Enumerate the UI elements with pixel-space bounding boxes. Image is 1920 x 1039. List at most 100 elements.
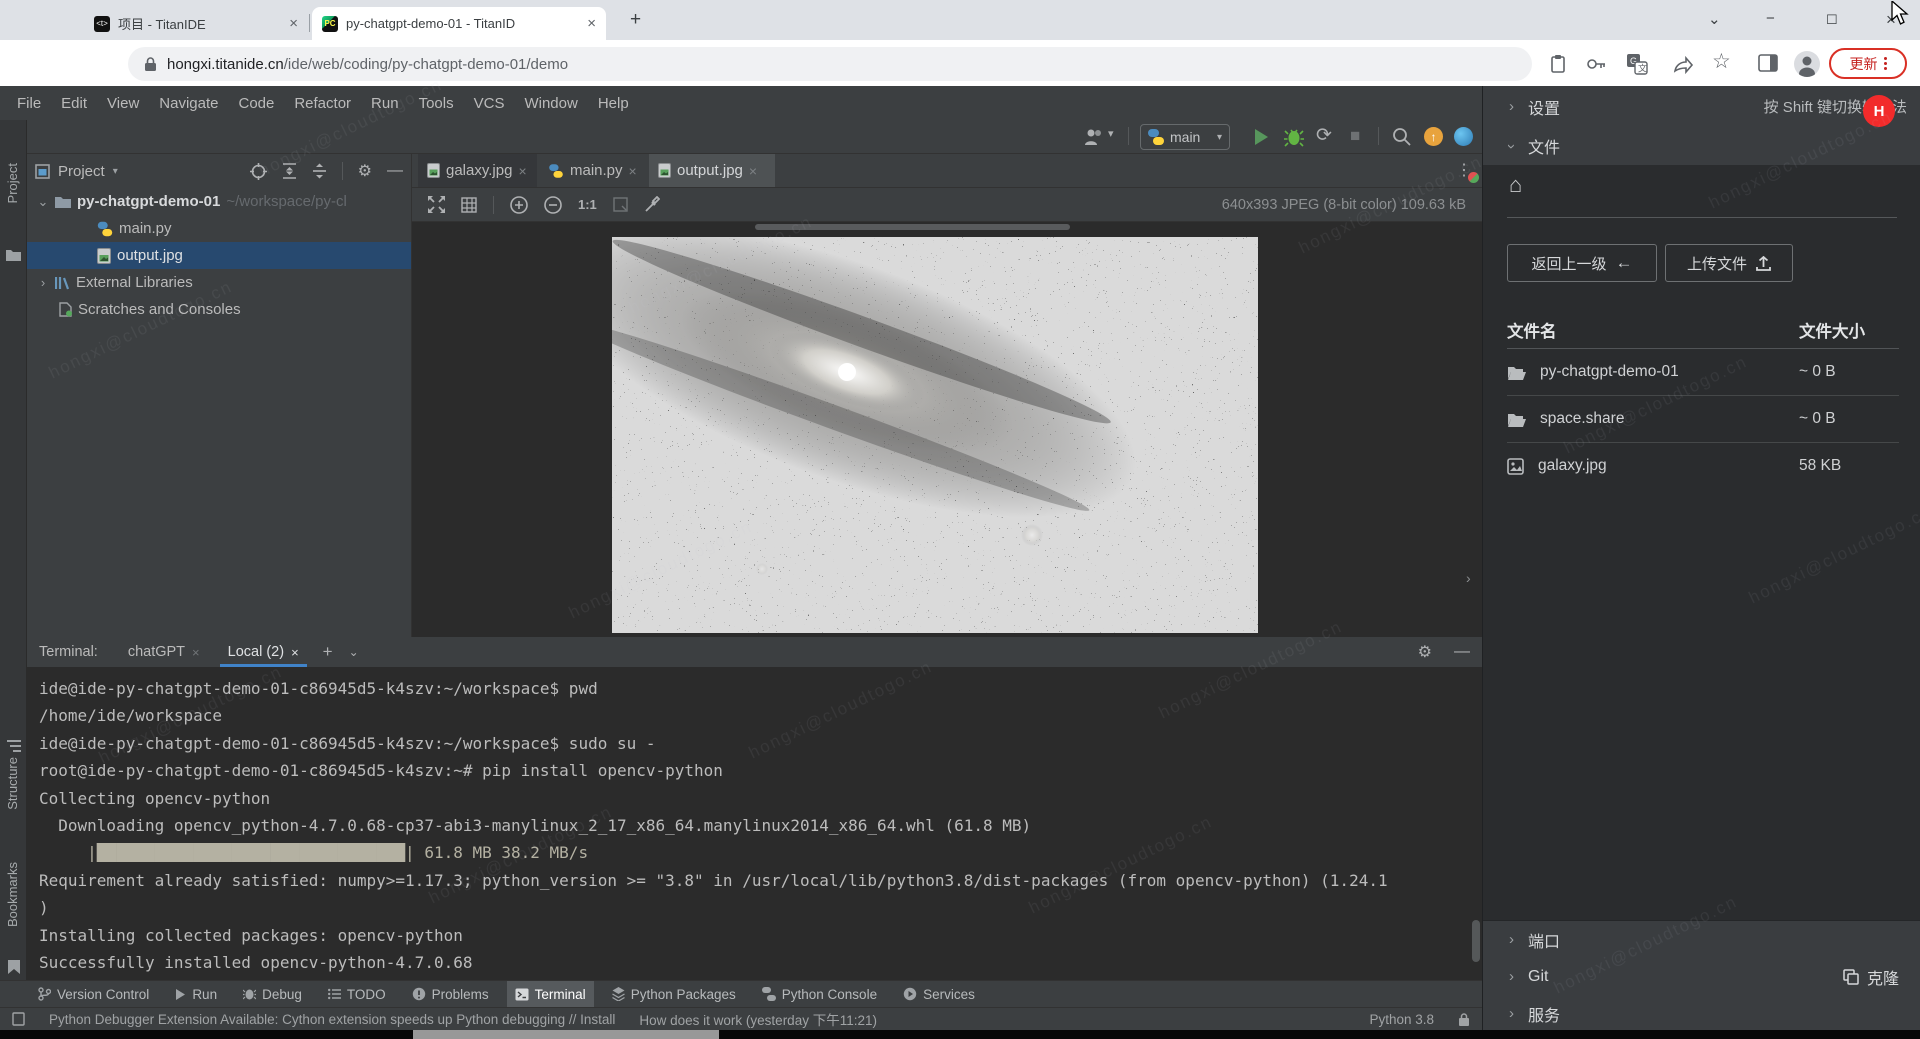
rerun-icon[interactable]: ⟳: [1316, 124, 1332, 147]
python-interpreter-label[interactable]: Python 3.8: [1369, 1012, 1434, 1027]
orange-update-badge-icon[interactable]: ↑: [1424, 127, 1443, 146]
horizontal-scrollbar-thumb[interactable]: [755, 224, 1070, 230]
browser-update-button[interactable]: 更新: [1829, 48, 1907, 79]
section-ports[interactable]: › 端口: [1483, 921, 1920, 958]
section-settings[interactable]: › 设置 按 Shift 键切换输入法: [1483, 86, 1920, 127]
chevron-collapsed-icon[interactable]: ›: [37, 275, 49, 290]
profile-avatar-icon[interactable]: [1794, 51, 1820, 77]
stop-icon[interactable]: ■: [1350, 126, 1360, 146]
key-icon[interactable]: [1586, 55, 1606, 73]
menu-edit[interactable]: Edit: [52, 95, 96, 112]
editor-tab-galaxy[interactable]: galaxy.jpg ×: [418, 154, 537, 187]
terminal-tab-chatgpt[interactable]: chatGPT ×: [116, 637, 212, 667]
tree-row-root[interactable]: ⌄ py-chatgpt-demo-01 ~/workspace/py-cl: [27, 188, 411, 215]
run-config-select[interactable]: main ▾: [1140, 124, 1230, 150]
tree-row-scratches[interactable]: Scratches and Consoles: [27, 296, 411, 323]
share-icon[interactable]: [1672, 54, 1694, 74]
bookmark-star-icon[interactable]: ☆: [1712, 49, 1731, 74]
run-icon[interactable]: [1252, 127, 1270, 147]
terminal-output[interactable]: ide@ide-py-chatgpt-demo-01-c86945d5-k4sz…: [27, 667, 1482, 980]
collapse-all-icon[interactable]: [312, 163, 327, 179]
actual-size-button[interactable]: 1:1: [578, 197, 597, 212]
tab-close-icon[interactable]: ×: [192, 645, 200, 660]
new-tab-icon[interactable]: +: [630, 9, 641, 31]
menu-navigate[interactable]: Navigate: [150, 95, 227, 112]
tree-row-outputjpg-selected[interactable]: output.jpg: [27, 242, 411, 269]
menu-window[interactable]: Window: [515, 95, 586, 112]
upload-file-button[interactable]: 上传文件: [1665, 244, 1793, 282]
browser-tab-active[interactable]: PC py-chatgpt-demo-01 - TitanID ×: [312, 7, 606, 40]
toolwindow-terminal-active[interactable]: Terminal: [507, 981, 594, 1008]
git-clone-button[interactable]: 克隆: [1843, 965, 1899, 989]
browser-tab-inactive[interactable]: <t> 项目 - TitanIDE ×: [84, 7, 308, 40]
fit-zoom-icon[interactable]: [613, 197, 628, 212]
blue-status-icon[interactable]: [1454, 127, 1473, 146]
notification-badge-icon[interactable]: [1468, 172, 1479, 183]
home-icon[interactable]: ⌂: [1509, 172, 1522, 198]
folder-stripe-icon[interactable]: [6, 248, 21, 261]
editor-tab-mainpy[interactable]: main.py ×: [539, 154, 647, 187]
project-panel-title[interactable]: Project: [58, 163, 105, 180]
tab-search-chevron-icon[interactable]: ⌄: [1708, 10, 1721, 28]
new-terminal-icon[interactable]: +: [323, 642, 333, 662]
window-maximize-icon[interactable]: ☐: [1826, 12, 1838, 28]
editor-tab-output-active[interactable]: output.jpg ×: [649, 154, 775, 187]
tree-row-external-libraries[interactable]: › External Libraries: [27, 269, 411, 296]
image-viewer-canvas[interactable]: ›: [412, 222, 1482, 637]
menu-code[interactable]: Code: [229, 95, 283, 112]
debug-icon[interactable]: [1284, 126, 1304, 148]
menu-run[interactable]: Run: [362, 95, 408, 112]
expand-all-icon[interactable]: [282, 163, 297, 179]
chevron-down-icon[interactable]: ▾: [113, 166, 118, 177]
menu-refactor[interactable]: Refactor: [285, 95, 360, 112]
toolwindow-run[interactable]: Run: [167, 981, 225, 1008]
tab-close-icon[interactable]: ×: [291, 645, 299, 660]
search-icon[interactable]: [1392, 127, 1412, 147]
menu-help[interactable]: Help: [589, 95, 638, 112]
toolwindow-problems[interactable]: Problems: [404, 981, 497, 1008]
chevron-expanded-icon[interactable]: ⌄: [37, 194, 49, 210]
chevron-down-icon[interactable]: ▾: [1108, 127, 1114, 140]
url-bar[interactable]: hongxi.titanide.cn/ide/web/coding/py-cha…: [128, 47, 1532, 81]
section-git[interactable]: › Git 克隆: [1483, 958, 1920, 995]
file-row[interactable]: galaxy.jpg 58 KB: [1507, 443, 1899, 489]
terminal-settings-gear-icon[interactable]: ⚙: [1418, 642, 1432, 662]
section-services[interactable]: › 服务: [1483, 995, 1920, 1032]
stripe-bookmarks-label[interactable]: Bookmarks: [5, 862, 20, 927]
locate-icon[interactable]: [250, 163, 267, 180]
color-picker-icon[interactable]: [644, 196, 660, 213]
hide-panel-icon[interactable]: —: [387, 162, 403, 180]
tab-close-icon[interactable]: ×: [579, 15, 596, 32]
toolwindow-version-control[interactable]: Version Control: [30, 981, 157, 1008]
vertical-scrollbar-thumb[interactable]: [1472, 920, 1480, 962]
tab-close-icon[interactable]: ×: [749, 163, 757, 179]
toolwindow-debug[interactable]: Debug: [235, 981, 310, 1008]
users-icon[interactable]: [1083, 127, 1107, 147]
stripe-structure-label[interactable]: Structure: [5, 757, 20, 810]
terminal-minimize-icon[interactable]: —: [1454, 643, 1470, 661]
back-up-level-button[interactable]: 返回上一级 ←: [1507, 244, 1657, 282]
menu-file[interactable]: File: [8, 95, 50, 112]
stripe-project-label[interactable]: Project: [5, 163, 20, 203]
tab-close-icon[interactable]: ×: [629, 163, 637, 179]
zoom-in-icon[interactable]: [510, 196, 528, 214]
user-avatar[interactable]: H: [1863, 95, 1895, 127]
fit-window-icon[interactable]: [428, 196, 445, 213]
side-panel-icon[interactable]: [1758, 54, 1778, 72]
status-link[interactable]: How does it work (yesterday 下午11:21): [639, 1009, 877, 1029]
terminal-tab-local-active[interactable]: Local (2) ×: [216, 637, 311, 667]
zoom-out-icon[interactable]: [544, 196, 562, 214]
bookmark-stripe-icon[interactable]: [8, 960, 20, 974]
translate-icon[interactable]: G文: [1626, 53, 1648, 75]
window-minimize-icon[interactable]: −: [1766, 10, 1775, 27]
settings-gear-icon[interactable]: ⚙: [358, 161, 372, 181]
menu-vcs[interactable]: VCS: [465, 95, 514, 112]
toolwindow-services[interactable]: Services: [895, 981, 983, 1008]
file-row[interactable]: space.share ~ 0 B: [1507, 396, 1899, 443]
toolwindow-python-packages[interactable]: Python Packages: [604, 981, 744, 1008]
file-row[interactable]: py-chatgpt-demo-01 ~ 0 B: [1507, 349, 1899, 396]
toolwindow-python-console[interactable]: Python Console: [754, 981, 885, 1008]
status-message[interactable]: Python Debugger Extension Available: Cyt…: [49, 1012, 615, 1027]
clipboard-icon[interactable]: [1548, 54, 1568, 74]
structure-stripe-icon[interactable]: [7, 740, 21, 752]
